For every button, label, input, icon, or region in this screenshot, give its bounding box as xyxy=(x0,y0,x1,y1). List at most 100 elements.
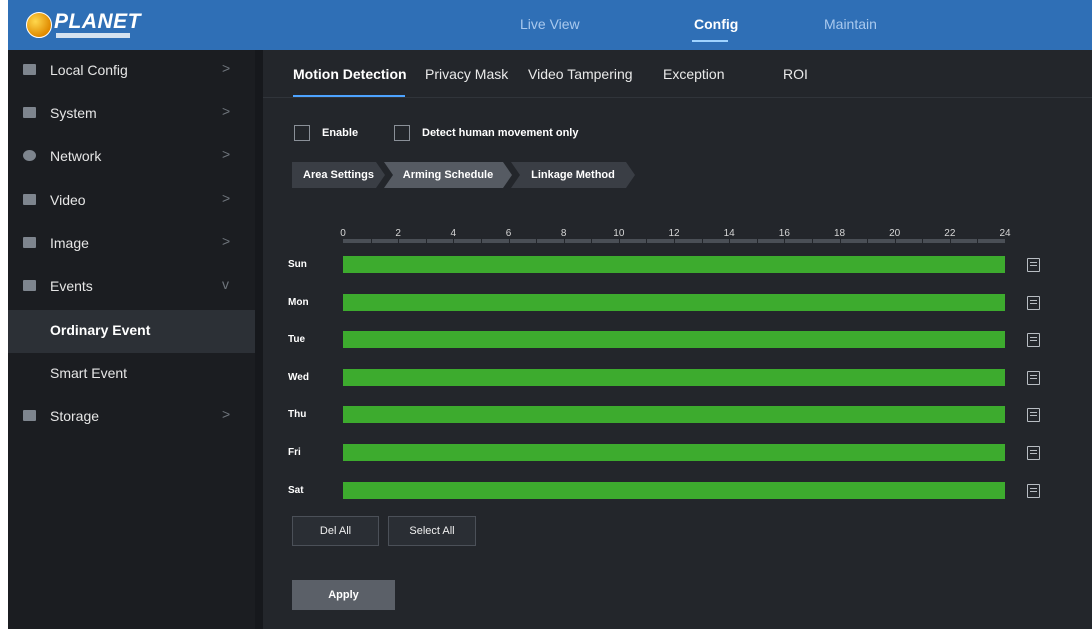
ruler-tick xyxy=(839,239,841,243)
tab-exception[interactable]: Exception xyxy=(663,66,724,82)
sidebar-subitem-ordinary-event[interactable]: Ordinary Event xyxy=(8,310,255,353)
app-window: PLANET Live View Config Maintain Local C… xyxy=(8,0,1092,629)
storage-icon xyxy=(23,410,36,421)
sidebar-item-label: Storage xyxy=(50,408,100,424)
enable-checkbox[interactable] xyxy=(294,125,310,141)
sidebar-item-label: Image xyxy=(50,235,89,251)
copy-icon[interactable] xyxy=(1027,370,1040,385)
arming-bar-fri[interactable] xyxy=(343,444,1005,461)
time-ruler xyxy=(343,239,1005,243)
ruler-tick xyxy=(591,239,593,243)
tab-video-tampering[interactable]: Video Tampering xyxy=(528,66,633,82)
day-label: Wed xyxy=(288,371,309,383)
arming-bar-sun[interactable] xyxy=(343,256,1005,273)
ruler-tick xyxy=(398,239,400,243)
ruler-tick xyxy=(977,239,979,243)
ruler-tick xyxy=(811,239,813,243)
arming-bar-mon[interactable] xyxy=(343,293,1005,311)
ruler-tick xyxy=(563,239,565,243)
hour-label: 8 xyxy=(560,228,567,239)
copy-icon[interactable] xyxy=(1027,333,1040,348)
ruler-tick xyxy=(425,239,427,243)
sidebar: Local Config > System > Network > Video … xyxy=(8,50,255,629)
ruler-tick xyxy=(480,239,482,243)
hour-label: 16 xyxy=(778,228,790,239)
ruler-tick xyxy=(618,239,620,243)
chevron-right-icon: > xyxy=(222,233,231,249)
chevron-right-icon: > xyxy=(222,146,231,162)
sidebar-subitem-label: Smart Event xyxy=(50,365,128,381)
image-icon xyxy=(23,237,36,248)
hour-label: 10 xyxy=(613,228,625,239)
ruler-tick xyxy=(784,239,786,243)
chevron-right-icon: > xyxy=(222,406,231,422)
step-area-settings[interactable]: Area Settings xyxy=(292,162,385,188)
sidebar-item-label: System xyxy=(50,105,97,121)
human-movement-label: Detect human movement only xyxy=(422,127,579,139)
nav-tab-live-view[interactable]: Live View xyxy=(520,16,580,32)
hour-label: 2 xyxy=(395,228,401,239)
step-label: Linkage Method xyxy=(531,169,615,181)
copy-icon[interactable] xyxy=(1027,408,1040,423)
arming-bar-thu[interactable] xyxy=(343,406,1005,424)
human-movement-checkbox[interactable] xyxy=(394,125,410,141)
sidebar-item-image[interactable]: Image > xyxy=(8,223,255,266)
sidebar-item-local-config[interactable]: Local Config > xyxy=(8,50,255,93)
sidebar-item-video[interactable]: Video > xyxy=(8,180,255,223)
ruler-tick xyxy=(867,239,869,243)
ruler-tick xyxy=(674,239,675,243)
main-content: Motion Detection Privacy Mask Video Tamp… xyxy=(263,50,1092,629)
hour-label: 20 xyxy=(889,228,901,239)
logo-tagline-bar xyxy=(56,33,130,38)
hour-label: 12 xyxy=(668,228,680,239)
copy-icon[interactable] xyxy=(1027,446,1040,460)
tab-privacy-mask[interactable]: Privacy Mask xyxy=(425,66,508,82)
copy-icon[interactable] xyxy=(1027,295,1040,310)
hour-label: 4 xyxy=(450,228,457,239)
apply-button[interactable]: Apply xyxy=(292,580,395,610)
hour-label: 18 xyxy=(833,228,846,239)
ruler-tick xyxy=(370,239,372,243)
sidebar-subitem-label: Ordinary Event xyxy=(50,322,151,338)
system-icon xyxy=(23,107,36,118)
nav-tab-maintain[interactable]: Maintain xyxy=(824,16,877,32)
ruler-tick xyxy=(453,239,455,243)
sidebar-item-network[interactable]: Network > xyxy=(8,136,255,179)
monitor-icon xyxy=(23,64,36,75)
step-arming-schedule[interactable]: Arming Schedule xyxy=(384,162,512,188)
ruler-tick xyxy=(756,239,758,243)
copy-icon[interactable] xyxy=(1027,483,1040,498)
logo-text: PLANET xyxy=(54,10,141,33)
arming-bar-tue[interactable] xyxy=(343,331,1005,349)
day-label: Sun xyxy=(288,259,307,270)
nav-active-indicator xyxy=(692,40,728,42)
sidebar-item-events[interactable]: Events v xyxy=(8,266,255,309)
day-label: Fri xyxy=(288,447,301,458)
step-linkage-method[interactable]: Linkage Method xyxy=(511,162,635,188)
hour-label: 0 xyxy=(340,228,346,239)
sidebar-item-system[interactable]: System > xyxy=(8,93,255,136)
chevron-down-icon: v xyxy=(222,276,229,292)
top-bar: PLANET Live View Config Maintain xyxy=(8,0,1092,50)
hour-label: 14 xyxy=(723,228,735,239)
day-label: Sat xyxy=(288,484,304,496)
step-label: Arming Schedule xyxy=(402,169,494,181)
step-label: Area Settings xyxy=(303,169,374,181)
arming-bar-wed[interactable] xyxy=(343,368,1005,386)
arming-bar-sat[interactable] xyxy=(343,481,1005,499)
tab-motion-detection[interactable]: Motion Detection xyxy=(293,66,407,82)
ruler-tick xyxy=(729,239,731,243)
day-label: Mon xyxy=(288,296,309,308)
select-all-button[interactable]: Select All xyxy=(388,516,476,546)
sidebar-item-label: Network xyxy=(50,148,102,164)
del-all-button[interactable]: Del All xyxy=(292,516,379,546)
sidebar-item-storage[interactable]: Storage > xyxy=(8,396,255,439)
sidebar-subitem-smart-event[interactable]: Smart Event xyxy=(8,353,255,396)
nav-tab-config[interactable]: Config xyxy=(694,16,738,32)
tab-roi[interactable]: ROI xyxy=(783,66,808,82)
tab-divider xyxy=(263,97,1092,98)
copy-icon[interactable] xyxy=(1027,258,1040,272)
hour-label: 24 xyxy=(999,228,1011,239)
ruler-tick xyxy=(701,239,703,243)
chevron-right-icon: > xyxy=(222,60,231,76)
